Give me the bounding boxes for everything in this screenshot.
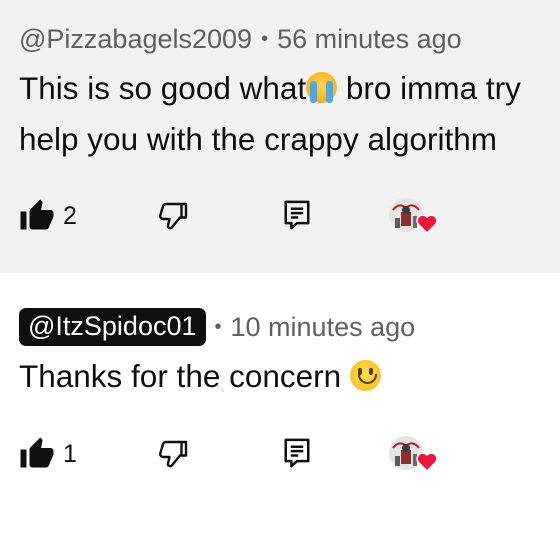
reply-button[interactable]	[282, 198, 312, 232]
comment-action-bar: 1	[0, 436, 560, 476]
comment-text: This is so good what bro imma try help y…	[19, 63, 521, 165]
comment-text-line: This is so good what bro imma try	[19, 70, 521, 106]
dislike-button[interactable]	[156, 198, 192, 234]
comment-author-highlighted[interactable]: @ItzSpidoc01	[19, 308, 206, 346]
comment-text-line: help you with the crappy algorithm	[19, 121, 498, 157]
loudly-crying-face-icon	[306, 72, 338, 103]
comment-text: Thanks for the concern	[19, 351, 381, 402]
meta-separator: •	[214, 315, 222, 338]
comment-author[interactable]: @Pizzabagels2009	[19, 24, 252, 55]
meta-separator: •	[261, 28, 269, 50]
thumbs-up-filled-icon	[20, 199, 54, 230]
creator-heart-icon	[416, 452, 438, 472]
like-count: 2	[63, 201, 77, 230]
comment-text-line: Thanks for the concern	[19, 351, 381, 402]
reply-button[interactable]	[282, 436, 312, 470]
comment-meta: @Pizzabagels2009 • 56 minutes ago	[19, 24, 462, 55]
creator-heart-icon	[416, 214, 438, 234]
reply-comment-icon	[284, 200, 310, 230]
like-count: 1	[63, 439, 77, 468]
dislike-button[interactable]	[156, 436, 192, 472]
reply-comment-icon	[284, 438, 310, 468]
slightly-smiling-face-icon	[349, 360, 381, 391]
like-button[interactable]: 2	[19, 198, 77, 234]
thumbs-down-outline-icon	[159, 202, 188, 230]
thumbs-up-filled-icon	[20, 437, 54, 468]
comment-card: @ItzSpidoc01 • 10 minutes ago Thanks for…	[0, 273, 560, 560]
creator-heart-badge[interactable]	[389, 198, 441, 242]
creator-heart-badge[interactable]	[389, 436, 441, 480]
comment-time[interactable]: 10 minutes ago	[231, 312, 416, 343]
thumbs-down-outline-icon	[159, 440, 188, 468]
comment-action-bar: 2	[0, 198, 560, 238]
comment-card: @Pizzabagels2009 • 56 minutes ago This i…	[0, 0, 560, 273]
like-button[interactable]: 1	[19, 436, 77, 472]
comment-meta: @ItzSpidoc01 • 10 minutes ago	[19, 308, 415, 346]
comment-time[interactable]: 56 minutes ago	[277, 24, 462, 55]
